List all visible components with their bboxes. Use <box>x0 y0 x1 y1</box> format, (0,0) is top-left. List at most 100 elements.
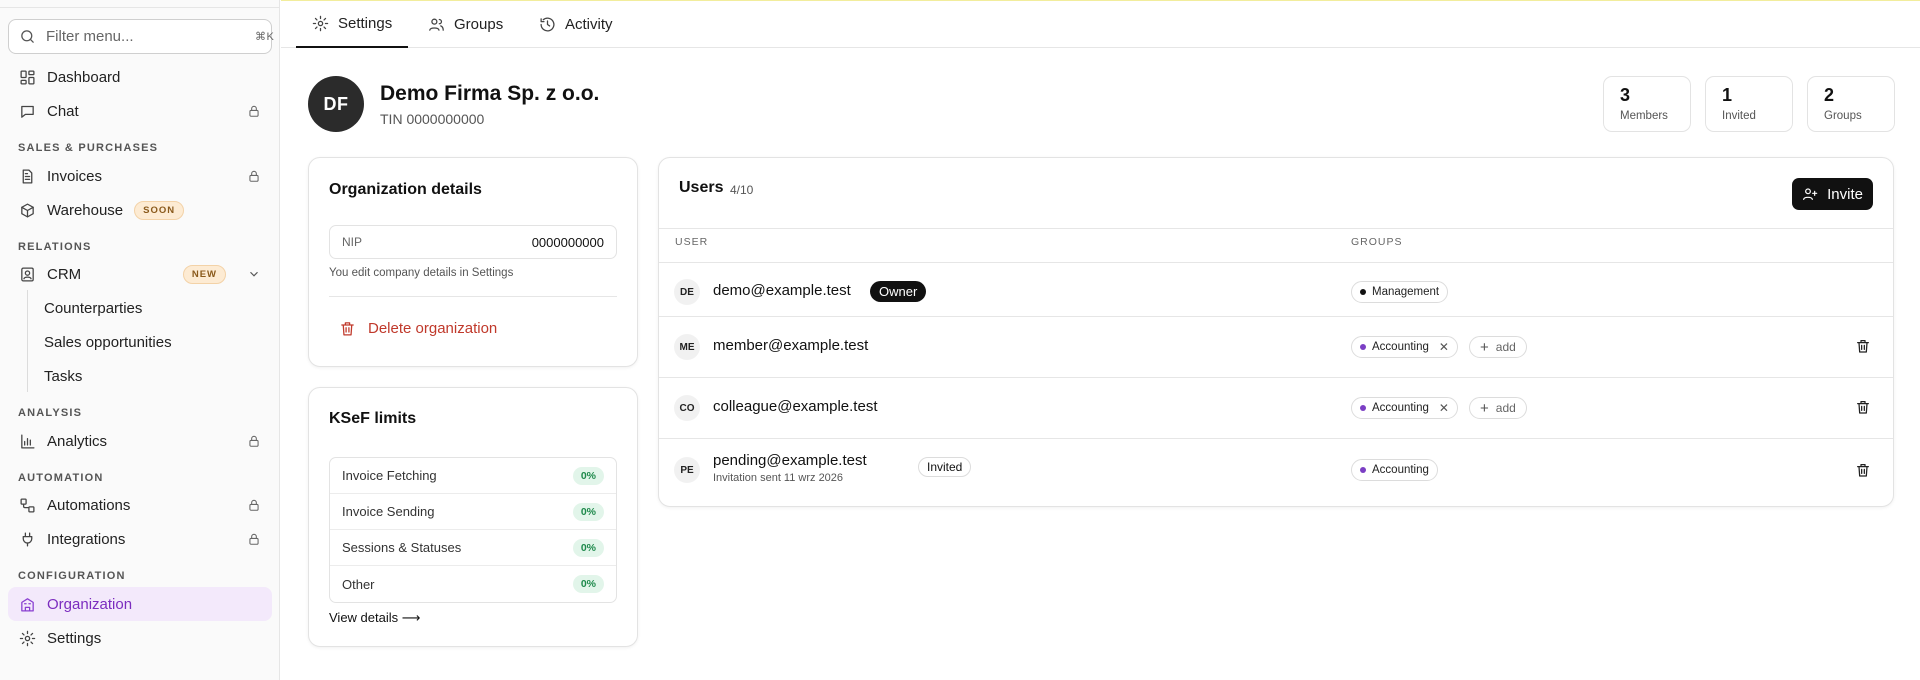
workflow-icon <box>19 497 36 514</box>
stat-value: 1 <box>1722 85 1733 105</box>
sidebar-item-label: CRM <box>47 265 82 283</box>
sidebar-item-crm[interactable]: CRM NEW <box>8 257 272 291</box>
column-header-user: USER <box>675 236 709 248</box>
stat-label: Groups <box>1824 110 1862 122</box>
nip-field: NIP 0000000000 <box>329 225 617 259</box>
tab-groups[interactable]: Groups <box>412 1 519 48</box>
filter-menu-input[interactable] <box>46 28 245 45</box>
sidebar-item-label: Organization <box>47 595 133 613</box>
document-icon <box>19 168 36 185</box>
main-content: Settings Groups Activity DF Demo Firma S… <box>281 0 1920 680</box>
add-group-button[interactable]: + add <box>1469 336 1527 358</box>
sidebar: ⌘K Dashboard Chat SALES & PURCHASES Invo… <box>0 0 280 680</box>
sidebar-item-counterparties[interactable]: Counterparties <box>44 291 142 325</box>
limit-row: Invoice Fetching 0% <box>330 458 616 494</box>
plug-icon <box>19 531 36 548</box>
lock-icon <box>247 434 261 448</box>
sidebar-item-settings[interactable]: Settings <box>8 621 272 655</box>
ksef-limits-card: KSeF limits Invoice Fetching 0% Invoice … <box>308 387 638 647</box>
tab-bar: Settings Groups Activity <box>281 0 1920 48</box>
sidebar-item-tasks[interactable]: Tasks <box>44 359 82 393</box>
group-name: Management <box>1372 286 1440 298</box>
users-card: Users 4/10 Invite USER GROUPS DE demo@ex… <box>658 157 1894 507</box>
sidebar-item-label: Invoices <box>47 167 103 185</box>
section-sales-purchases: SALES & PURCHASES <box>18 142 159 154</box>
user-avatar: DE <box>674 279 700 305</box>
table-header-top-border <box>659 228 1893 229</box>
chevron-down-icon[interactable] <box>247 267 261 281</box>
delete-user-icon[interactable] <box>1855 338 1871 354</box>
table-row: CO colleague@example.test Accounting ✕ +… <box>659 377 1893 438</box>
delete-user-icon[interactable] <box>1855 399 1871 415</box>
group-name: Accounting <box>1372 402 1429 414</box>
sidebar-item-label: Automations <box>47 496 131 514</box>
divider <box>329 296 617 297</box>
limit-label: Other <box>342 576 375 592</box>
lock-icon <box>247 169 261 183</box>
stat-groups: 2 Groups <box>1807 76 1895 132</box>
limit-label: Sessions & Statuses <box>342 540 462 555</box>
limit-label: Invoice Sending <box>342 504 435 519</box>
sidebar-item-sales-opportunities[interactable]: Sales opportunities <box>44 325 172 359</box>
sidebar-item-label: Analytics <box>47 432 108 450</box>
dashboard-icon <box>19 69 36 86</box>
group-chip: Accounting <box>1351 459 1438 481</box>
invite-label: Invite <box>1827 185 1863 203</box>
group-chip: Accounting ✕ <box>1351 397 1458 419</box>
user-avatar: CO <box>674 395 700 421</box>
card-title: KSeF limits <box>329 410 417 427</box>
sidebar-top-border <box>0 0 279 8</box>
add-group-label: add <box>1495 401 1516 415</box>
tab-label: Settings <box>338 15 393 32</box>
tab-label: Activity <box>565 16 613 33</box>
sidebar-item-chat[interactable]: Chat <box>8 94 272 128</box>
remove-group-icon[interactable]: ✕ <box>1439 401 1449 415</box>
group-color-dot <box>1360 289 1366 295</box>
section-configuration: CONFIGURATION <box>18 570 126 582</box>
sidebar-item-automations[interactable]: Automations <box>8 488 272 522</box>
stat-label: Invited <box>1722 110 1756 122</box>
lock-icon <box>247 498 261 512</box>
table-row: ME member@example.test Accounting ✕ + ad… <box>659 316 1893 377</box>
sidebar-item-dashboard[interactable]: Dashboard <box>8 60 272 94</box>
delete-organization-label: Delete organization <box>368 320 498 337</box>
delete-organization-button[interactable]: Delete organization <box>339 320 497 337</box>
gear-icon <box>19 630 36 647</box>
contact-icon <box>19 266 36 283</box>
section-relations: RELATIONS <box>18 241 92 253</box>
sidebar-item-warehouse[interactable]: Warehouse SOON <box>8 193 272 227</box>
edit-hint: You edit company details in Settings <box>329 267 514 279</box>
limit-row: Other 0% <box>330 566 616 602</box>
group-name: Accounting <box>1372 341 1429 353</box>
group-chip: Accounting ✕ <box>1351 336 1458 358</box>
box-icon <box>19 202 36 219</box>
limit-percent: 0% <box>572 502 604 521</box>
invite-button[interactable]: Invite <box>1792 178 1873 210</box>
add-group-button[interactable]: + add <box>1469 397 1527 419</box>
tab-settings[interactable]: Settings <box>296 1 409 48</box>
sidebar-item-analytics[interactable]: Analytics <box>8 424 272 458</box>
sidebar-item-integrations[interactable]: Integrations <box>8 522 272 556</box>
chat-icon <box>19 103 36 120</box>
soon-badge: SOON <box>134 200 185 220</box>
sidebar-item-invoices[interactable]: Invoices <box>8 159 272 193</box>
user-email: member@example.test <box>713 337 869 354</box>
shortcut-hint: ⌘K <box>255 31 275 43</box>
section-automation: AUTOMATION <box>18 472 104 484</box>
limit-row: Invoice Sending 0% <box>330 494 616 530</box>
add-group-label: add <box>1495 340 1516 354</box>
lock-icon <box>247 532 261 546</box>
group-color-dot <box>1360 344 1366 350</box>
stat-members: 3 Members <box>1603 76 1691 132</box>
delete-user-icon[interactable] <box>1855 462 1871 478</box>
remove-group-icon[interactable]: ✕ <box>1439 340 1449 354</box>
user-plus-icon <box>1802 186 1819 202</box>
sidebar-item-organization[interactable]: Organization <box>8 587 272 621</box>
tab-activity[interactable]: Activity <box>523 1 629 48</box>
filter-menu[interactable]: ⌘K <box>8 19 275 54</box>
column-header-groups: GROUPS <box>1351 236 1403 248</box>
view-details-link[interactable]: View details ⟶ <box>329 610 420 626</box>
limit-percent: 0% <box>572 575 604 593</box>
users-count: 4/10 <box>730 183 754 197</box>
history-icon <box>539 16 556 33</box>
